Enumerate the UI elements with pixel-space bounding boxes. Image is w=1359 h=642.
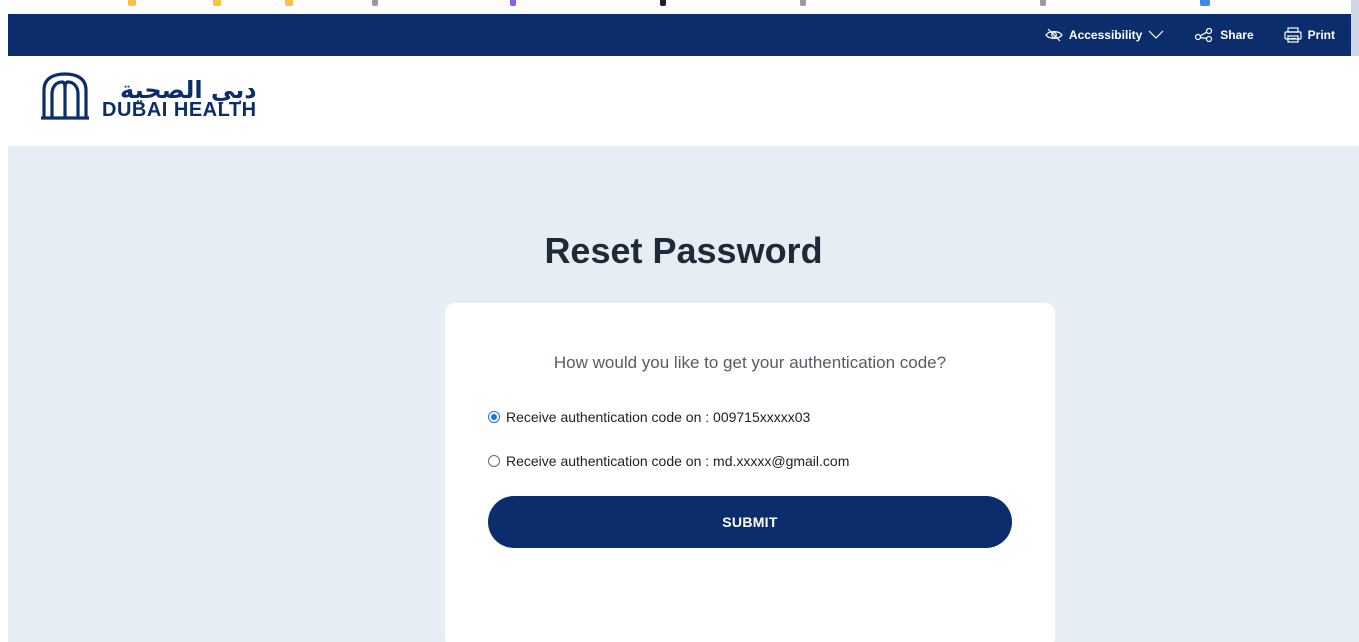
auth-option-phone[interactable]: Receive authentication code on : 009715x… [488, 409, 810, 425]
print-icon [1284, 27, 1302, 43]
bookmark-icon[interactable] [660, 0, 666, 6]
window-edge [1351, 0, 1359, 62]
share-label: Share [1220, 28, 1254, 42]
share-button[interactable]: Share [1194, 28, 1254, 42]
bookmark-folder-icon[interactable] [128, 0, 136, 6]
bookmark-folder-icon[interactable] [285, 0, 293, 6]
submit-button[interactable]: SUBMIT [488, 496, 1012, 548]
bookmark-folder-icon[interactable] [213, 0, 221, 6]
accessibility-label: Accessibility [1068, 28, 1143, 42]
page-title: Reset Password [544, 230, 823, 271]
share-icon [1194, 28, 1214, 42]
logo-english-text: DUBAI HEALTH [102, 98, 257, 121]
main-content: Reset Password How would you like to get… [8, 146, 1359, 642]
bookmark-icon[interactable] [800, 0, 806, 6]
auth-method-question: How would you like to get your authentic… [553, 353, 947, 372]
radio-button-unselected[interactable] [488, 455, 500, 467]
radio-button-selected[interactable] [488, 411, 500, 423]
eye-off-icon [1045, 28, 1063, 42]
site-header: دبي الصحية DUBAI HEALTH [8, 56, 1359, 146]
utility-topbar: Accessibility Share Print [8, 14, 1351, 56]
browser-bookmark-strip [0, 0, 1359, 14]
auth-option-phone-label: Receive authentication code on : 009715x… [506, 409, 811, 425]
bookmark-icon[interactable] [1200, 0, 1210, 6]
bookmark-icon[interactable] [372, 0, 378, 6]
logo-arabic-text: دبي الصحية [120, 75, 257, 104]
topbar-actions: Accessibility Share Print [1045, 14, 1335, 56]
reset-password-card: How would you like to get your authentic… [445, 303, 1055, 642]
bookmark-icon[interactable] [1040, 0, 1046, 6]
auth-option-email-label: Receive authentication code on : md.xxxx… [506, 453, 850, 469]
print-label: Print [1307, 28, 1335, 42]
logo-wordmark: دبي الصحية DUBAI HEALTH [102, 78, 257, 120]
auth-option-email[interactable]: Receive authentication code on : md.xxxx… [488, 453, 849, 469]
print-button[interactable]: Print [1284, 27, 1335, 43]
dubai-health-logo-icon [40, 72, 90, 125]
accessibility-menu[interactable]: Accessibility [1045, 28, 1164, 42]
bookmark-icon[interactable] [510, 0, 516, 6]
dubai-health-logo[interactable]: دبي الصحية DUBAI HEALTH [40, 72, 257, 125]
chevron-down-icon [1148, 30, 1164, 40]
